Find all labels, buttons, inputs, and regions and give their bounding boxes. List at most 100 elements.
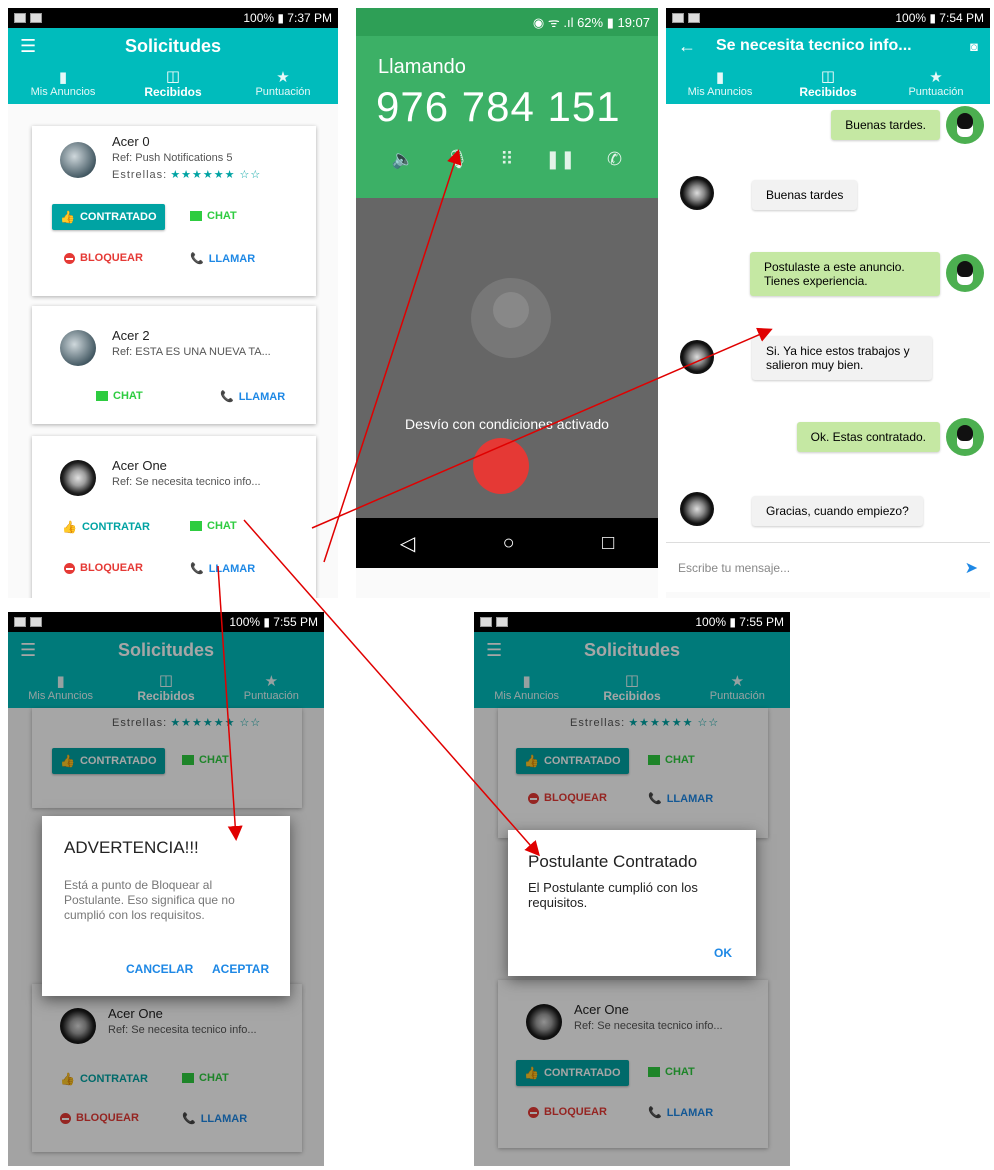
tab-puntuacion[interactable]: ★ Puntuación [228,64,338,104]
llamar-button[interactable]: 📞 LLAMAR [190,562,256,576]
menu-icon[interactable]: ☰ [20,36,50,57]
status-time: 100% ▮ 7:55 PM [695,615,784,629]
block-icon [64,252,75,264]
rating-stars: ★★★★★★ ☆☆ [170,169,262,181]
speaker-icon[interactable]: 🔈 [392,149,414,170]
phone-icon: 📞 [190,563,204,575]
thumbs-up-icon: 👍 [62,520,77,534]
dialog-title: ADVERTENCIA!!! [64,838,199,857]
button-label: LLAMAR [208,252,256,265]
list-item: Acer One Ref: Se necesita tecnico info..… [32,436,316,598]
add-call-icon[interactable]: ✆ [607,149,622,170]
calling-screen: ◉ ᯤ .ıl 62% ▮ 19:07 Llamando 976 784 151… [356,8,658,598]
dialpad-icon[interactable]: ⠿ [500,149,513,170]
hold-icon[interactable]: ❚❚ [545,149,575,170]
avatar [60,330,96,366]
button-label: BLOQUEAR [80,252,143,264]
chat-icon [96,391,108,401]
star-icon: ★ [276,69,290,86]
llamar-button[interactable]: 📞 LLAMAR [190,252,256,266]
mute-icon[interactable]: 🎙 [446,149,469,170]
contact-avatar [680,340,714,374]
tab-label: Mis Anuncios [30,86,96,98]
bloquear-button[interactable]: BLOQUEAR [64,562,143,574]
status-bar: 100% ▮ 7:54 PM [666,8,990,28]
phone-icon: 📞 [190,253,204,265]
tab-bar: ▮ Mis Anuncios ◫ Recibidos ★ Puntuación [8,64,338,104]
chat-title: Se necesita tecnico info... [716,37,912,54]
contratar-button[interactable]: 👍 CONTRATAR [62,520,150,534]
accept-button[interactable]: ACEPTAR [212,962,269,976]
home-icon[interactable]: ○ [503,532,515,555]
notification-icon [30,617,42,627]
call-controls: 🔈 🎙 ⠿ ❚❚ ✆ [356,131,658,170]
back-icon[interactable]: ◁ [400,531,415,556]
ok-button[interactable]: OK [714,946,732,960]
tab-label: Puntuación [908,86,964,98]
message-bubble: Gracias, cuando empiezo? [752,496,923,526]
call-header: ◉ ᯤ .ıl 62% ▮ 19:07 Llamando 976 784 151… [356,8,658,198]
tab-recibidos[interactable]: ◫ Recibidos [774,64,882,104]
recents-icon[interactable]: □ [602,532,614,555]
phone-number: 976 784 151 [376,83,621,130]
status-bar: 100% ▮ 7:37 PM [8,8,338,28]
app-bar: ← Se necesita tecnico info... ◙ [666,28,990,64]
tab-label: Recibidos [799,85,857,99]
warning-dialog: ADVERTENCIA!!! Está a punto de Bloquear … [42,816,290,996]
status-bar: 100% ▮ 7:55 PM [474,612,790,632]
chat-icon [190,211,202,221]
bloquear-button[interactable]: BLOQUEAR [64,252,143,264]
rating-label: Estrellas: [112,169,168,181]
dialog-title: Postulante Contratado [528,852,698,871]
contact-avatar [680,492,714,526]
status-time: 100% ▮ 7:55 PM [229,615,318,629]
tab-puntuacion[interactable]: ★ Puntuación [882,64,990,104]
message-list: Buenas tardes. Buenas tardes Postulaste … [666,104,990,542]
tab-label: Mis Anuncios [687,86,753,98]
gallery-icon [14,13,26,23]
contratado-button[interactable]: 👍 CONTRATADO [52,204,165,230]
avatar [60,460,96,496]
app-bar: ☰ Solicitudes [8,28,338,64]
list-item: Acer 0 Ref: Push Notifications 5 Estrell… [32,126,316,296]
applicant-name: Acer 0 [112,134,150,149]
llamar-button[interactable]: 📞 LLAMAR [220,390,286,404]
hired-dialog: Postulante Contratado El Postulante cump… [508,830,756,976]
call-message: Desvío con condiciones activado [405,416,609,432]
cancel-button[interactable]: CANCELAR [126,962,193,976]
send-icon[interactable]: ➤ [965,558,978,578]
message-bubble: Buenas tardes [752,180,858,210]
tab-bar: ▮ Mis Anuncios ◫ Recibidos ★ Puntuación [666,64,990,104]
call-status-label: Llamando [378,56,466,78]
book-icon: ▮ [58,69,68,86]
end-call-button[interactable] [473,438,529,494]
user-avatar [946,106,984,144]
nav-bar: ◁ ○ □ [356,518,658,568]
tab-recibidos[interactable]: ◫ Recibidos [118,64,228,104]
button-label: LLAMAR [238,390,286,403]
tab-label: Recibidos [144,85,202,99]
camera-icon[interactable]: ◙ [970,39,978,54]
solicitudes-screen: 100% ▮ 7:37 PM ☰ Solicitudes ▮ Mis Anunci… [8,8,338,598]
tab-mis-anuncios[interactable]: ▮ Mis Anuncios [666,64,774,104]
status-time: 100% ▮ 7:37 PM [243,11,332,25]
chat-button[interactable]: CHAT [96,390,143,402]
user-avatar [946,418,984,456]
button-label: CHAT [207,520,237,532]
book-icon: ▮ [715,69,725,86]
applicant-ref: Ref: Se necesita tecnico info... [112,476,261,488]
contact-avatar [680,176,714,210]
gallery-icon [480,617,492,627]
status-bar: ◉ ᯤ .ıl 62% ▮ 19:07 [356,8,658,36]
message-bubble: Buenas tardes. [831,110,940,140]
tab-mis-anuncios[interactable]: ▮ Mis Anuncios [8,64,118,104]
user-avatar [946,254,984,292]
button-label: LLAMAR [208,562,256,575]
open-book-icon: ◫ [820,68,836,85]
chat-button[interactable]: CHAT [190,210,237,222]
back-arrow-icon[interactable]: ← [678,36,708,57]
message-input[interactable]: Escribe tu mensaje... ➤ [666,542,990,592]
notification-icon [30,13,42,23]
chat-button[interactable]: CHAT [190,520,237,532]
notification-icon [496,617,508,627]
